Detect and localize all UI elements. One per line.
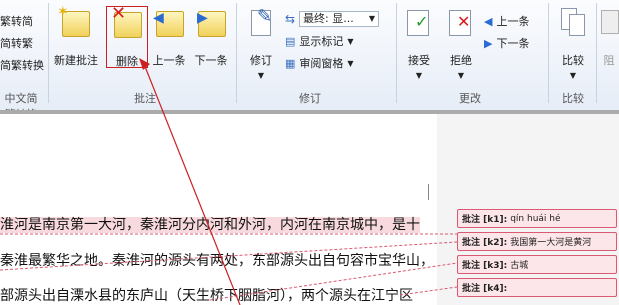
comment-balloon-k1[interactable]: 批注 [k1]: qín huái hé bbox=[457, 209, 617, 228]
comment-balloon-k2[interactable]: 批注 [k2]: 我国第一大河是黄河 bbox=[457, 232, 617, 251]
pointer-arrow-head bbox=[139, 58, 150, 70]
comment-balloon-k4[interactable]: 批注 [k4]: bbox=[457, 278, 617, 297]
comment-balloon-k3[interactable]: 批注 [k3]: 古城 bbox=[457, 255, 617, 274]
pointer-arrow-line bbox=[143, 63, 241, 305]
